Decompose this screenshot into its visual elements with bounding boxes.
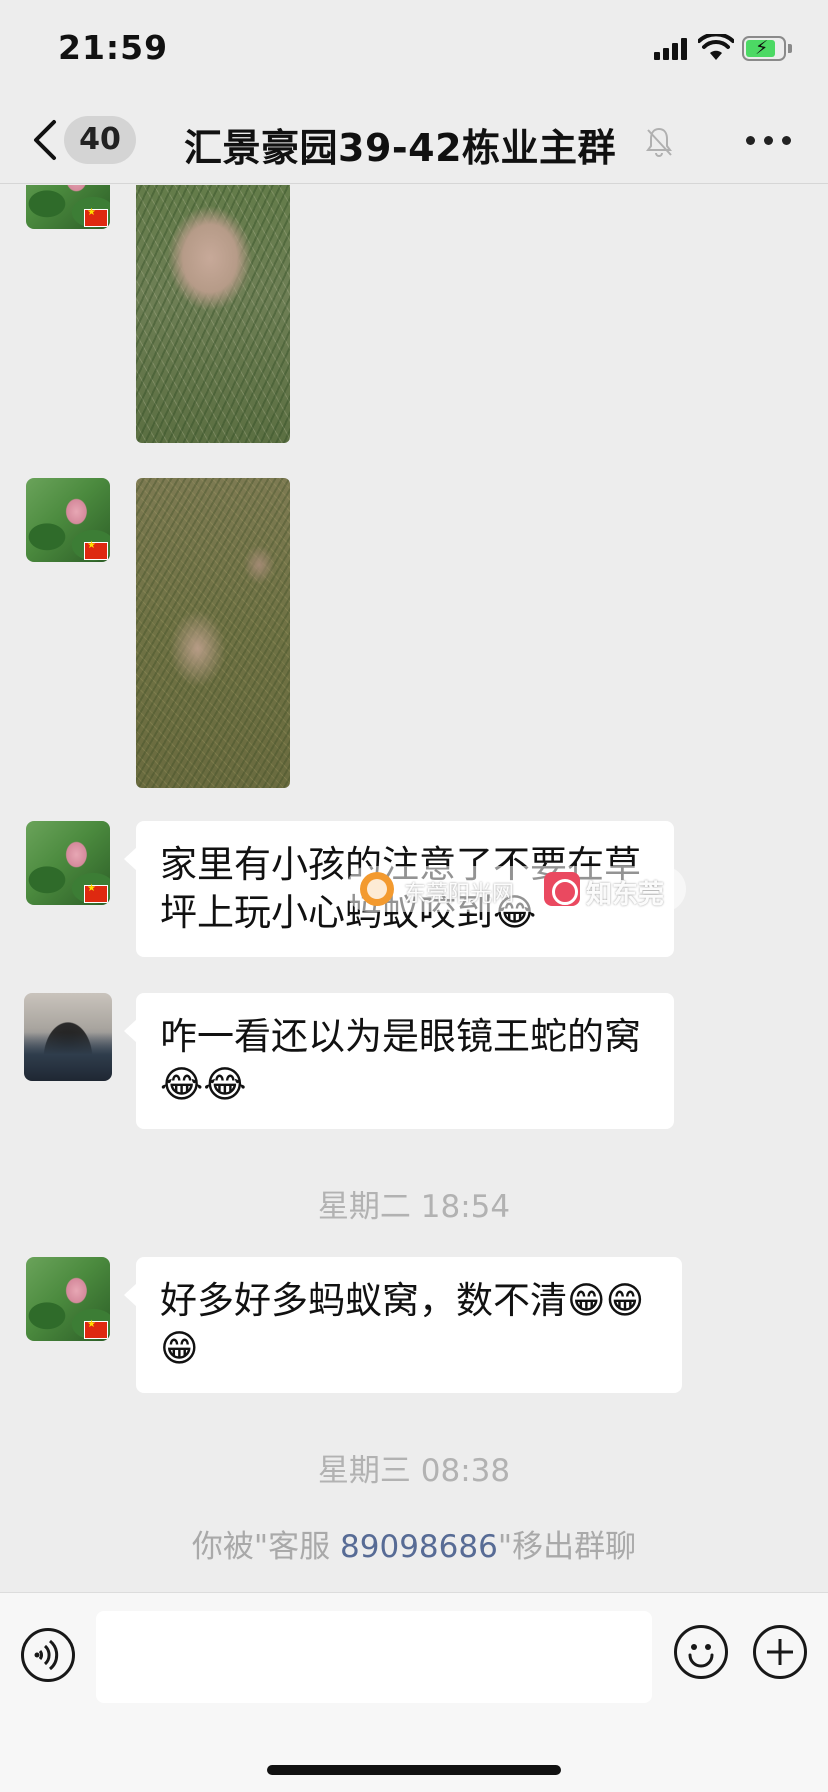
system-notice: 你被"客服 89098686"移出群聊 — [0, 1521, 828, 1566]
more-dots-icon[interactable] — [744, 134, 792, 148]
timestamp: 星期三 08:38 — [317, 1453, 511, 1489]
battery-icon: ⚡ — [742, 36, 792, 61]
status-bar: 21:59 ⚡ — [0, 0, 828, 100]
home-indicator — [267, 1765, 561, 1775]
avatar[interactable] — [26, 1257, 110, 1341]
wifi-icon — [698, 34, 734, 60]
chevron-left-icon[interactable] — [30, 118, 60, 162]
emoji-icon[interactable] — [674, 1625, 728, 1679]
message-bubble[interactable]: 咋一看还以为是眼镜王蛇的窝😂😂 — [124, 993, 674, 1129]
avatar[interactable] — [26, 821, 110, 905]
service-id-link[interactable]: 89098686 — [340, 1529, 498, 1565]
message-bubble[interactable]: 好多好多蚂蚁窝，数不清😁😁😁 — [124, 1257, 682, 1393]
watermark-brand2: 知东莞 — [586, 880, 665, 910]
nav-bar: 40 汇景豪园39-42栋业主群 — [0, 100, 828, 184]
watermark-brand1: 东莞阳光网 — [404, 882, 515, 907]
voice-icon[interactable] — [21, 1628, 75, 1682]
avatar[interactable] — [26, 478, 110, 562]
bell-muted-icon — [646, 127, 672, 157]
message-input[interactable] — [96, 1611, 652, 1703]
avatar[interactable] — [26, 185, 110, 229]
avatar[interactable] — [24, 993, 112, 1081]
grass-photo[interactable] — [136, 185, 290, 443]
chat-title: 汇景豪园39-42栋业主群 — [184, 126, 617, 170]
sun-logo-icon — [360, 872, 394, 906]
plus-icon[interactable] — [753, 1625, 807, 1679]
input-bar — [0, 1592, 828, 1792]
status-time: 21:59 — [58, 28, 169, 67]
timestamp: 星期二 18:54 — [317, 1189, 511, 1225]
unread-badge[interactable]: 40 — [64, 116, 136, 164]
system-notice-prefix: 你被"客服 — [191, 1529, 341, 1565]
eye-logo-icon — [544, 872, 580, 906]
system-notice-suffix: "移出群聊 — [497, 1529, 637, 1565]
watermark: 东莞阳光网 知东莞 — [346, 866, 686, 912]
signal-icon — [654, 38, 688, 60]
grass-photo[interactable] — [136, 478, 290, 788]
